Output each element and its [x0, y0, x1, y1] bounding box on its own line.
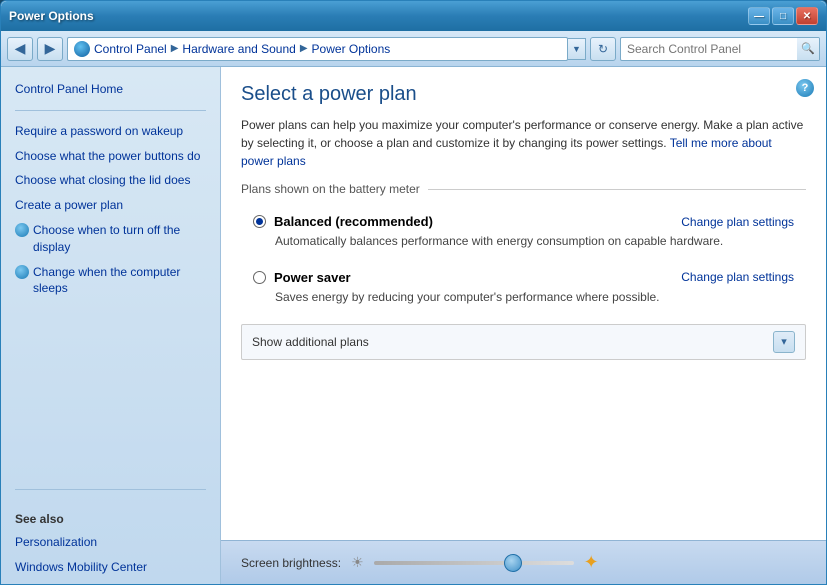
plans-section-title: Plans shown on the battery meter [241, 182, 806, 196]
title-bar: Power Options — □ ✕ [1, 1, 826, 31]
show-additional-plans[interactable]: Show additional plans ▾ [241, 324, 806, 360]
search-input[interactable] [621, 42, 797, 56]
page-title: Select a power plan [241, 83, 806, 106]
plan-name-balanced: Balanced (recommended) [274, 214, 433, 229]
change-plan-link-powersaver[interactable]: Change plan settings [681, 270, 794, 284]
sidebar-item-power-buttons[interactable]: Choose what the power buttons do [1, 144, 220, 169]
brightness-dim-icon: ☀ [351, 554, 364, 571]
breadcrumb: Control Panel ▶ Hardware and Sound ▶ Pow… [67, 37, 568, 61]
search-icon[interactable]: 🔍 [797, 38, 819, 60]
main-window: Power Options — □ ✕ ◀ ▶ Control Panel ▶ … [0, 0, 827, 585]
brightness-bright-icon: ✦ [584, 552, 599, 573]
sidebar-item-home[interactable]: Control Panel Home [1, 77, 220, 102]
plan-header-balanced: Balanced (recommended) Change plan setti… [253, 214, 794, 229]
plan-header-powersaver: Power saver Change plan settings [253, 270, 794, 285]
breadcrumb-sep-2: ▶ [300, 43, 308, 54]
forward-button[interactable]: ▶ [37, 37, 63, 61]
plan-item-balanced: Balanced (recommended) Change plan setti… [241, 206, 806, 258]
back-button[interactable]: ◀ [7, 37, 33, 61]
sidebar-divider-2 [15, 489, 206, 490]
sidebar-item-sleep[interactable]: Change when the computer sleeps [1, 260, 220, 302]
sidebar-item-lid[interactable]: Choose what closing the lid does [1, 168, 220, 193]
sidebar-item-password[interactable]: Require a password on wakeup [1, 119, 220, 144]
plan-label-powersaver: Power saver [253, 270, 351, 285]
see-also-label: See also [1, 498, 220, 530]
brightness-label: Screen brightness: [241, 556, 341, 570]
plan-name-powersaver: Power saver [274, 270, 351, 285]
sidebar-divider-1 [15, 110, 206, 111]
breadcrumb-sep-1: ▶ [171, 43, 179, 54]
radio-balanced[interactable] [253, 215, 266, 228]
breadcrumb-dropdown[interactable]: ▼ [568, 38, 586, 60]
address-bar: ◀ ▶ Control Panel ▶ Hardware and Sound ▶… [1, 31, 826, 67]
show-additional-label: Show additional plans [252, 335, 369, 349]
breadcrumb-po[interactable]: Power Options [312, 42, 391, 56]
window-title: Power Options [9, 9, 94, 23]
expand-plans-button[interactable]: ▾ [773, 331, 795, 353]
right-area: ? Select a power plan Power plans can he… [221, 67, 826, 584]
window-controls: — □ ✕ [748, 7, 818, 25]
help-icon[interactable]: ? [796, 79, 814, 97]
breadcrumb-has[interactable]: Hardware and Sound [182, 42, 295, 56]
minimize-button[interactable]: — [748, 7, 770, 25]
globe-icon [74, 41, 90, 57]
sidebar: Control Panel Home Require a password on… [1, 67, 221, 584]
sidebar-item-user-accounts[interactable]: User Accounts [1, 580, 220, 584]
sidebar-item-create-plan[interactable]: Create a power plan [1, 193, 220, 218]
close-button[interactable]: ✕ [796, 7, 818, 25]
brightness-thumb[interactable] [504, 554, 522, 572]
breadcrumb-cp[interactable]: Control Panel [94, 42, 167, 56]
plan-item-powersaver: Power saver Change plan settings Saves e… [241, 262, 806, 314]
plan-label-balanced: Balanced (recommended) [253, 214, 433, 229]
brightness-bar: Screen brightness: ☀ ✦ [221, 540, 826, 584]
page-description: Power plans can help you maximize your c… [241, 116, 806, 170]
maximize-button[interactable]: □ [772, 7, 794, 25]
search-box: 🔍 [620, 37, 820, 61]
right-panel: ? Select a power plan Power plans can he… [221, 67, 826, 540]
radio-powersaver[interactable] [253, 271, 266, 284]
sleep-icon [15, 265, 29, 279]
refresh-button[interactable]: ↻ [590, 37, 616, 61]
display-icon [15, 223, 29, 237]
sidebar-item-personalization[interactable]: Personalization [1, 530, 220, 555]
sidebar-item-display[interactable]: Choose when to turn off the display [1, 218, 220, 260]
sidebar-item-mobility-center[interactable]: Windows Mobility Center [1, 555, 220, 580]
plan-desc-powersaver: Saves energy by reducing your computer's… [253, 289, 794, 306]
main-content: Control Panel Home Require a password on… [1, 67, 826, 584]
change-plan-link-balanced[interactable]: Change plan settings [681, 215, 794, 229]
plan-desc-balanced: Automatically balances performance with … [253, 233, 794, 250]
brightness-slider[interactable] [374, 561, 574, 565]
